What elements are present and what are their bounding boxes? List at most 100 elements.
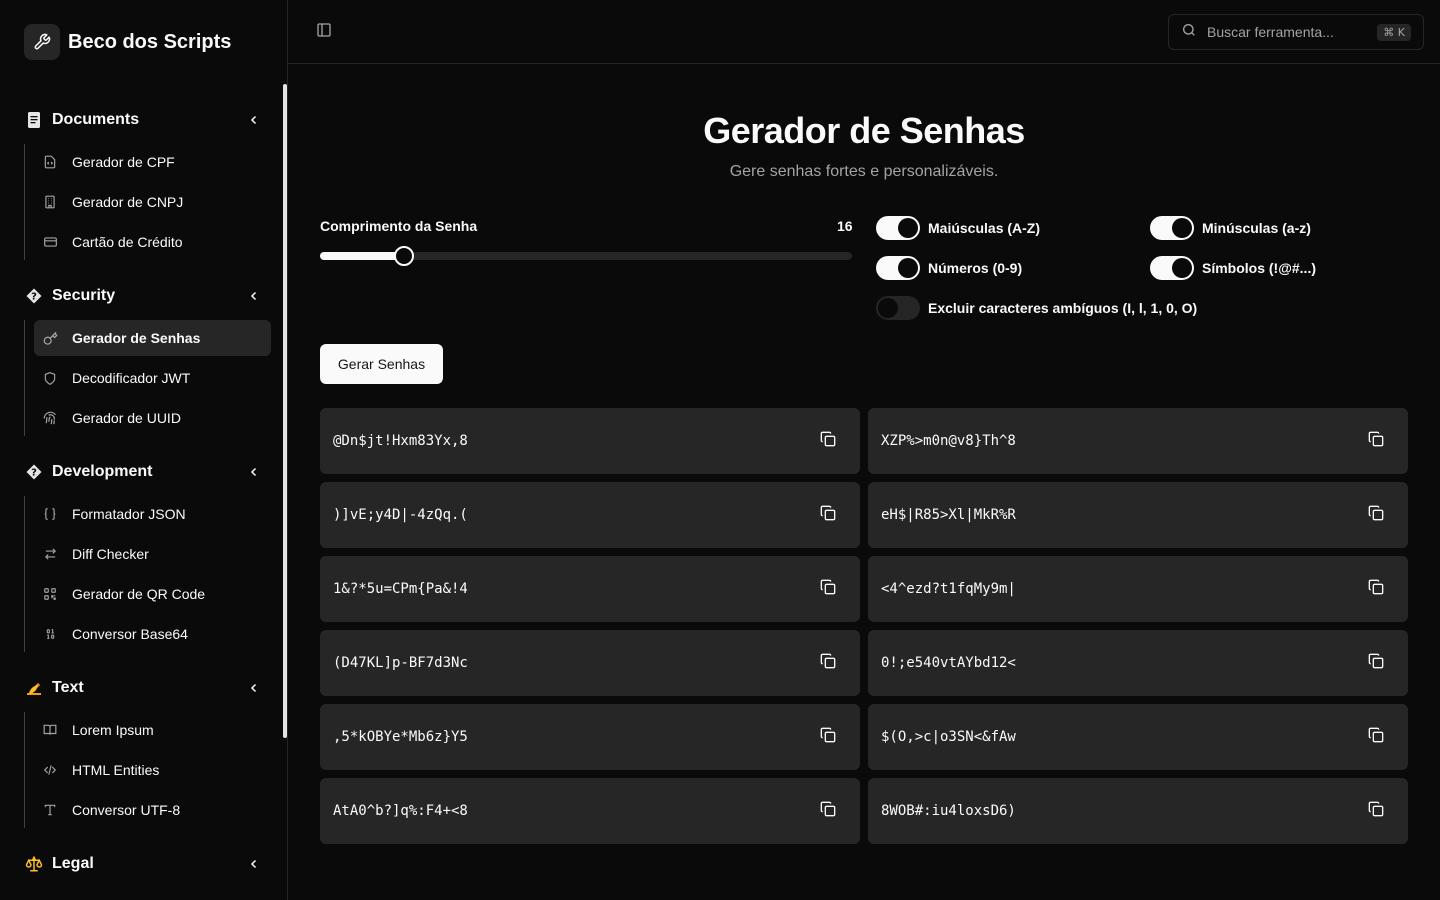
scales-icon	[24, 854, 44, 874]
generate-passwords-button[interactable]: Gerar Senhas	[320, 344, 443, 384]
sidebar-item-formatador-json[interactable]: Formatador JSON	[34, 496, 271, 532]
nav-group-label: Security	[52, 287, 116, 304]
password-card: 1&?*5u=CPm{Pa&!4	[320, 556, 860, 622]
switch-knob	[898, 218, 918, 238]
option-uppercase[interactable]: Maiúsculas (A-Z)	[876, 216, 1040, 240]
password-text: )]vE;y4D|-4zQq.(	[333, 507, 468, 523]
password-card: )]vE;y4D|-4zQq.(	[320, 482, 860, 548]
sidebar-item-diff-checker[interactable]: Diff Checker	[34, 536, 271, 572]
fingerprint-icon	[42, 410, 58, 426]
copy-button[interactable]	[1366, 431, 1386, 451]
svg-text:?: ?	[31, 468, 37, 479]
password-text: 0!;e540vtAYbd12<	[881, 655, 1016, 671]
slider-thumb[interactable]	[394, 246, 414, 266]
nav-group-header-text[interactable]: Text	[24, 668, 271, 708]
option-symbols[interactable]: Símbolos (!@#...)	[1150, 256, 1316, 280]
sidebar-toggle-button[interactable]	[312, 20, 336, 44]
search-box[interactable]: ⌘ K	[1168, 14, 1424, 50]
search-input[interactable]	[1207, 24, 1368, 40]
nav-group-header-security[interactable]: ? Security	[24, 276, 271, 316]
sidebar-item-conversor-utf8[interactable]: Conversor UTF-8	[34, 792, 271, 828]
chevron-left-icon	[247, 857, 261, 871]
sidebar-item-label: Gerador de CNPJ	[72, 194, 184, 210]
nav-group-header-legal[interactable]: Legal	[24, 844, 271, 884]
chevron-left-icon	[247, 289, 261, 303]
brand[interactable]: Beco dos Scripts	[24, 24, 231, 60]
option-label: Excluir caracteres ambíguos (I, l, 1, 0,…	[928, 300, 1198, 316]
option-numbers[interactable]: Números (0-9)	[876, 256, 1022, 280]
copy-icon	[1368, 431, 1384, 452]
nav-group-items: Formatador JSON Diff Checker Gerador de …	[24, 496, 271, 652]
copy-icon	[1368, 653, 1384, 674]
arrows-swap-icon	[42, 546, 58, 562]
nav-group-development: ? Development Formatador JSON Diff Check…	[24, 452, 271, 652]
chevron-left-icon	[247, 465, 261, 479]
password-text: 1&?*5u=CPm{Pa&!4	[333, 581, 468, 597]
binary-icon	[42, 626, 58, 642]
password-card: $(O,>c|o3SN<&fAw	[868, 704, 1408, 770]
option-label: Símbolos (!@#...)	[1202, 260, 1316, 276]
copy-icon	[820, 727, 836, 748]
copy-button[interactable]	[818, 801, 838, 821]
sidebar-item-conversor-base64[interactable]: Conversor Base64	[34, 616, 271, 652]
qr-code-icon	[42, 586, 58, 602]
numbers-switch[interactable]	[876, 256, 920, 280]
copy-button[interactable]	[1366, 579, 1386, 599]
copy-button[interactable]	[1366, 801, 1386, 821]
sidebar-item-decodificador-jwt[interactable]: Decodificador JWT	[34, 360, 271, 396]
main-content: Gerador de Senhas Gere senhas fortes e p…	[288, 64, 1440, 900]
copy-button[interactable]	[818, 431, 838, 451]
nav-group-header-development[interactable]: ? Development	[24, 452, 271, 492]
sidebar-item-cartao-credito[interactable]: Cartão de Crédito	[34, 224, 271, 260]
password-text: XZP%>m0n@v8}Th^8	[881, 433, 1016, 449]
panel-left-icon	[316, 22, 332, 43]
nav-group-text: Text Lorem Ipsum HTML Entities Conversor…	[24, 668, 271, 828]
sidebar-item-gerador-uuid[interactable]: Gerador de UUID	[34, 400, 271, 436]
password-card: @Dn$jt!Hxm83Yx,8	[320, 408, 860, 474]
password-card: eH$|R85>Xl|MkR%R	[868, 482, 1408, 548]
sidebar-item-label: Gerador de UUID	[72, 410, 181, 426]
password-card: 8WOB#:iu4loxsD6)	[868, 778, 1408, 844]
length-label: Comprimento da Senha	[320, 218, 478, 234]
brand-name: Beco dos Scripts	[68, 30, 232, 53]
sidebar-item-gerador-cpf[interactable]: Gerador de CPF	[34, 144, 271, 180]
switch-knob	[1172, 258, 1192, 278]
switch-knob	[1172, 218, 1192, 238]
password-card: 0!;e540vtAYbd12<	[868, 630, 1408, 696]
option-label: Minúsculas (a-z)	[1202, 220, 1311, 236]
length-slider[interactable]	[320, 246, 852, 266]
copy-button[interactable]	[1366, 653, 1386, 673]
password-grid: @Dn$jt!Hxm83Yx,8 XZP%>m0n@v8}Th^8 )]vE;y4D…	[320, 408, 1408, 844]
nav-group-label: Documents	[52, 111, 140, 128]
sidebar-item-label: Gerador de CPF	[72, 154, 175, 170]
copy-button[interactable]	[818, 579, 838, 599]
sidebar-item-gerador-qr-code[interactable]: Gerador de QR Code	[34, 576, 271, 612]
option-lowercase[interactable]: Minúsculas (a-z)	[1150, 216, 1311, 240]
sidebar-item-html-entities[interactable]: HTML Entities	[34, 752, 271, 788]
sidebar-scrollbar[interactable]	[283, 84, 287, 738]
exclude-ambiguous-switch[interactable]	[876, 296, 920, 320]
copy-button[interactable]	[1366, 727, 1386, 747]
nav-group-header-documents[interactable]: Documents	[24, 100, 271, 140]
sidebar-item-gerador-cnpj[interactable]: Gerador de CNPJ	[34, 184, 271, 220]
password-text: @Dn$jt!Hxm83Yx,8	[333, 433, 468, 449]
sidebar-item-label: Decodificador JWT	[72, 370, 191, 386]
credit-card-icon	[42, 234, 58, 250]
writing-hand-icon	[24, 678, 44, 698]
copy-button[interactable]	[818, 505, 838, 525]
password-text: AtA0^b?]q%:F4+<8	[333, 803, 468, 819]
password-text: 8WOB#:iu4loxsD6)	[881, 803, 1016, 819]
copy-button[interactable]	[818, 653, 838, 673]
copy-button[interactable]	[1366, 505, 1386, 525]
sidebar-item-lorem-ipsum[interactable]: Lorem Ipsum	[34, 712, 271, 748]
copy-button[interactable]	[818, 727, 838, 747]
option-exclude-ambiguous[interactable]: Excluir caracteres ambíguos (I, l, 1, 0,…	[876, 296, 1197, 320]
symbols-switch[interactable]	[1150, 256, 1194, 280]
uppercase-switch[interactable]	[876, 216, 920, 240]
sidebar-item-label: Cartão de Crédito	[72, 234, 183, 250]
sidebar-item-gerador-senhas[interactable]: Gerador de Senhas	[34, 320, 271, 356]
password-card: <4^ezd?t1fqMy9m|	[868, 556, 1408, 622]
password-card: ,5*kOBYe*Mb6z}Y5	[320, 704, 860, 770]
length-value: 16	[837, 218, 853, 234]
lowercase-switch[interactable]	[1150, 216, 1194, 240]
